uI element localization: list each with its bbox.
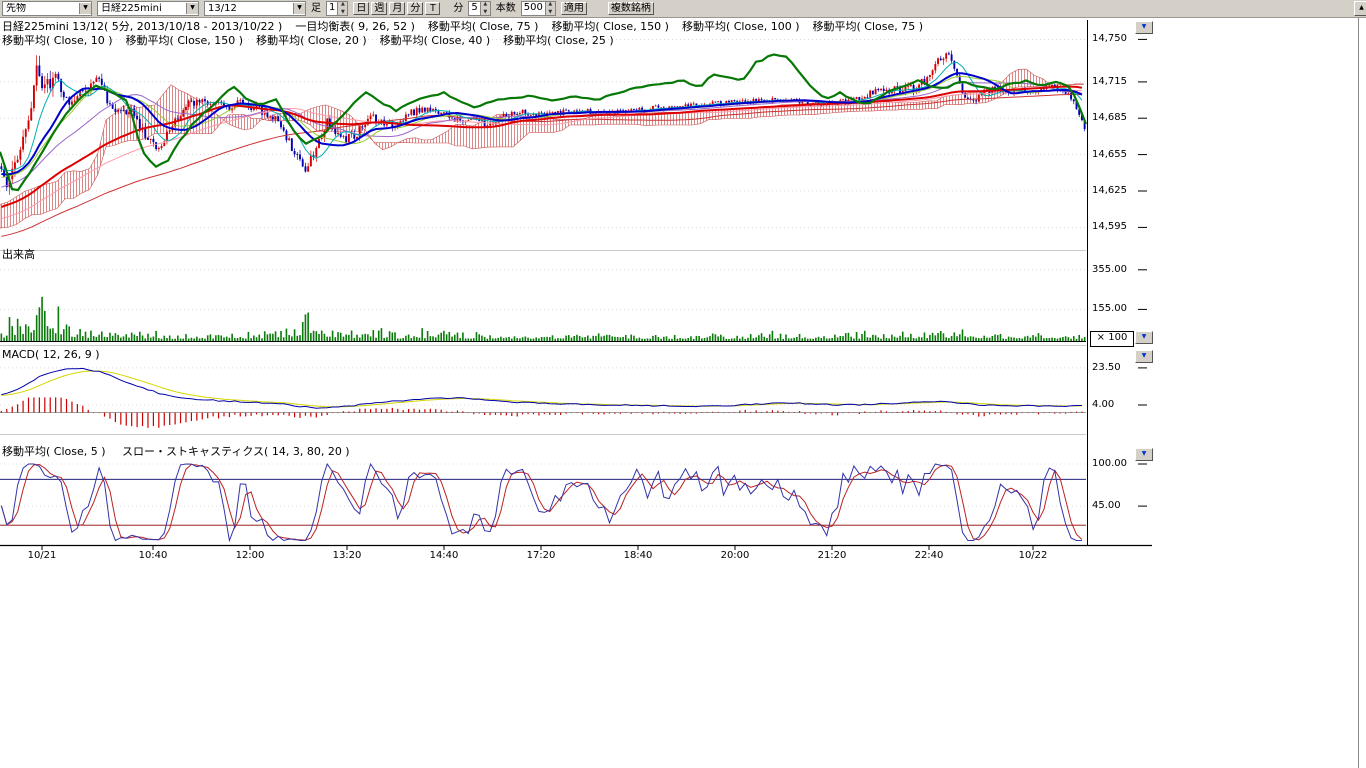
chart-canvas xyxy=(0,0,1366,768)
scroll-up-button[interactable]: ▲ xyxy=(1354,1,1366,16)
spinner-arrows-icon[interactable]: ▲▼ xyxy=(545,2,555,15)
stoch-panel-menu-arrow[interactable]: ▼ xyxy=(1135,448,1153,461)
volume-panel-menu-arrow[interactable]: ▼ xyxy=(1135,331,1153,344)
contract-month-select[interactable]: 13/12 ▼ xyxy=(204,1,306,16)
multi-symbol-button[interactable]: 複数銘柄 xyxy=(608,2,654,15)
minute-count-input[interactable]: 5 ▲▼ xyxy=(468,1,490,16)
price-panel-menu-arrow[interactable]: ▼ xyxy=(1135,21,1153,34)
contract-month-value: 13/12 xyxy=(205,3,293,14)
symbol-value: 日経225mini xyxy=(98,3,186,14)
bar-type-button-分[interactable]: 分 xyxy=(407,2,423,15)
bar-interval-value: 1 xyxy=(327,2,337,15)
spinner-arrows-icon[interactable]: ▲▼ xyxy=(480,2,490,15)
macd-panel-menu-arrow[interactable]: ▼ xyxy=(1135,350,1153,363)
apply-button[interactable]: 適用 xyxy=(561,2,587,15)
toolbar: 先物 ▼ 日経225mini ▼ 13/12 ▼ 足 1 ▲▼ 日週月分T 分 … xyxy=(0,0,1366,18)
minute-count-value: 5 xyxy=(469,2,479,15)
bar-type-button-group: 日週月分T xyxy=(353,2,440,15)
bar-count-value: 500 xyxy=(522,2,545,15)
bar-type-label: 足 xyxy=(311,3,321,15)
bar-type-button-日[interactable]: 日 xyxy=(353,2,369,15)
bar-type-button-月[interactable]: 月 xyxy=(389,2,405,15)
bar-count-input[interactable]: 500 ▲▼ xyxy=(521,1,556,16)
spinner-arrows-icon[interactable]: ▲▼ xyxy=(337,2,347,15)
chevron-down-icon: ▼ xyxy=(79,3,91,14)
symbol-select[interactable]: 日経225mini ▼ xyxy=(97,1,199,16)
chevron-down-icon: ▼ xyxy=(293,3,305,14)
instrument-type-value: 先物 xyxy=(3,3,79,14)
chevron-down-icon: ▼ xyxy=(186,3,198,14)
minute-label: 分 xyxy=(453,3,463,15)
instrument-type-select[interactable]: 先物 ▼ xyxy=(2,1,92,16)
bar-type-button-週[interactable]: 週 xyxy=(371,2,387,15)
scroll-up-icon: ▲ xyxy=(1359,4,1364,11)
bar-type-button-T[interactable]: T xyxy=(425,2,440,15)
bar-count-label: 本数 xyxy=(496,3,516,15)
bar-interval-input[interactable]: 1 ▲▼ xyxy=(326,1,348,16)
